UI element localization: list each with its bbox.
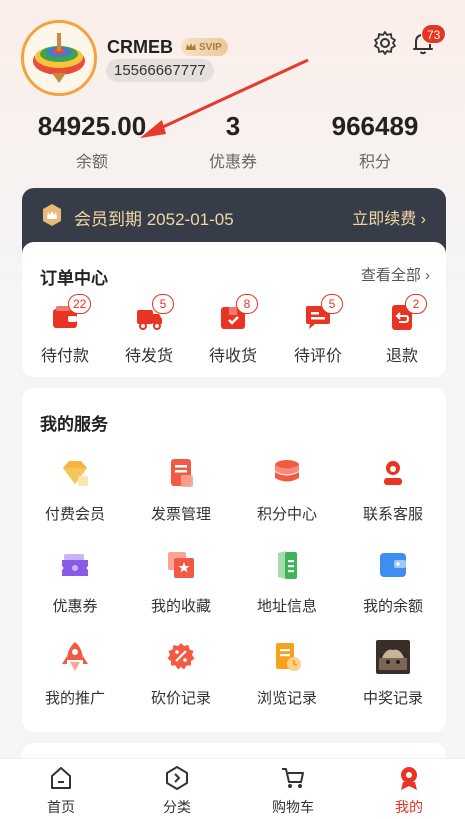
service-coupons[interactable]: 优惠券	[22, 548, 128, 616]
customer-service-icon	[376, 456, 410, 490]
service-bargain[interactable]: 砍价记录	[128, 640, 234, 708]
order-count-badge: 5	[152, 294, 174, 314]
stat-label: 余额	[75, 154, 108, 171]
crown-icon	[186, 43, 196, 50]
service-label: 优惠券	[52, 598, 98, 615]
service-balance[interactable]: 我的余额	[340, 548, 446, 616]
service-history[interactable]: 浏览记录	[234, 640, 340, 708]
tab-label: 购物车	[272, 799, 314, 815]
order-center-title: 订单中心	[40, 269, 108, 288]
order-center-card: 订单中心 查看全部 › 22 待付款 5 待发货 8 待收货 5 待评价 2 退…	[22, 242, 446, 377]
avatar[interactable]	[21, 20, 97, 96]
settings-icon[interactable]	[372, 30, 398, 56]
svip-label: SVIP	[199, 41, 222, 53]
service-label: 砍价记录	[150, 690, 211, 707]
coins-icon	[270, 456, 304, 490]
refund-icon: 2	[387, 294, 427, 332]
home-icon	[48, 765, 74, 791]
rocket-icon	[58, 640, 92, 674]
renew-label: 立即续费	[352, 211, 417, 228]
order-label: 待发货	[124, 348, 173, 365]
service-points-center[interactable]: 积分中心	[234, 456, 340, 524]
nickname: CRMEB	[107, 37, 173, 57]
cart-icon	[280, 765, 306, 791]
service-label: 积分中心	[256, 506, 317, 523]
service-favorites[interactable]: 我的收藏	[128, 548, 234, 616]
order-label: 待付款	[40, 348, 89, 365]
my-services-card: 我的服务 付费会员 发票管理 积分中心 联系客服 优惠券 我的收藏 地址信息 我…	[22, 388, 446, 732]
service-promotion[interactable]: 我的推广	[22, 640, 128, 708]
my-services-title: 我的服务	[40, 415, 108, 434]
tab-label: 首页	[47, 799, 75, 815]
member-expiry: 会员到期 2052-01-05	[74, 210, 234, 229]
service-label: 我的推广	[44, 690, 105, 707]
stat-value: 84925.00	[37, 111, 147, 141]
order-pending-payment[interactable]: 22 待付款	[25, 294, 105, 366]
tab-cart[interactable]: 购物车	[235, 765, 351, 817]
phone-number: 15566667777	[106, 59, 214, 82]
order-pending-review[interactable]: 5 待评价	[278, 294, 358, 366]
member-crown-icon	[40, 203, 64, 227]
service-label: 中奖记录	[362, 690, 423, 707]
tab-label: 我的	[395, 799, 423, 815]
stat-coupons[interactable]: 3 优惠券	[153, 108, 313, 172]
service-label: 浏览记录	[256, 690, 317, 707]
service-label: 联系客服	[362, 506, 423, 523]
order-count-badge: 22	[68, 294, 92, 314]
stat-balance[interactable]: 84925.00 余额	[12, 108, 172, 172]
invoice-icon	[164, 456, 198, 490]
chevron-right-icon: ›	[425, 267, 430, 284]
category-icon	[164, 765, 190, 791]
order-pending-receipt[interactable]: 8 待收货	[193, 294, 273, 366]
lottery-icon	[376, 640, 410, 674]
user-icon	[396, 765, 422, 791]
stat-label: 优惠券	[208, 154, 257, 171]
service-label: 发票管理	[150, 506, 211, 523]
tab-home[interactable]: 首页	[3, 765, 119, 817]
comment-icon: 5	[303, 294, 343, 332]
tab-category[interactable]: 分类	[119, 765, 235, 817]
see-all-label: 查看全部	[360, 267, 421, 284]
order-count-badge: 5	[321, 294, 343, 314]
service-customer-support[interactable]: 联系客服	[340, 456, 446, 524]
order-pending-shipment[interactable]: 5 待发货	[109, 294, 189, 366]
stat-points[interactable]: 966489 积分	[295, 108, 455, 172]
package-icon: 8	[218, 294, 258, 332]
order-label: 待评价	[293, 348, 342, 365]
order-label: 退款	[385, 348, 418, 365]
wallet-icon: 22	[50, 294, 92, 332]
address-icon	[270, 548, 304, 582]
see-all-orders-link[interactable]: 查看全部 ›	[361, 264, 430, 285]
service-label: 我的余额	[362, 598, 423, 615]
bargain-icon	[164, 640, 198, 674]
svip-badge: SVIP	[181, 38, 228, 56]
service-lottery[interactable]: 中奖记录	[340, 640, 446, 708]
stat-value: 3	[225, 111, 241, 141]
service-invoice[interactable]: 发票管理	[128, 456, 234, 524]
stat-label: 积分	[358, 154, 391, 171]
service-paid-membership[interactable]: 付费会员	[22, 456, 128, 524]
order-label: 待收货	[208, 348, 257, 365]
order-refund[interactable]: 2 退款	[362, 294, 442, 366]
order-count-badge: 2	[405, 294, 427, 314]
service-address[interactable]: 地址信息	[234, 548, 340, 616]
chevron-right-icon: ›	[420, 211, 426, 228]
service-label: 地址信息	[256, 598, 317, 615]
tab-bar: 首页 分类 购物车 我的	[0, 758, 465, 819]
stat-value: 966489	[331, 111, 419, 141]
history-icon	[270, 640, 304, 674]
favorite-icon	[164, 548, 198, 582]
tab-mine[interactable]: 我的	[351, 765, 465, 817]
renew-button[interactable]: 立即续费 ›	[352, 205, 426, 229]
truck-icon: 5	[134, 294, 174, 332]
balance-icon	[376, 548, 410, 582]
order-count-badge: 8	[236, 294, 258, 314]
diamond-icon	[58, 456, 92, 490]
notification-count-badge: 73	[421, 24, 447, 44]
coupon-icon	[58, 548, 92, 582]
service-label: 我的收藏	[150, 598, 211, 615]
tab-label: 分类	[163, 799, 191, 815]
service-label: 付费会员	[44, 506, 105, 523]
